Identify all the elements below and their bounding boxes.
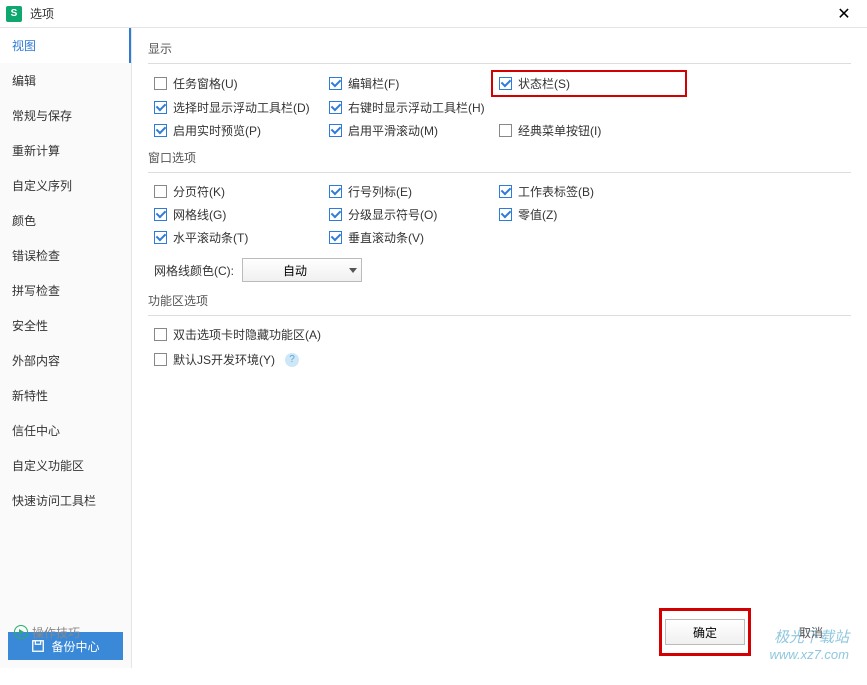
- sidebar-item-security[interactable]: 安全性: [0, 308, 131, 343]
- checkbox-icon: [499, 77, 512, 90]
- ok-highlight: 确定: [659, 608, 751, 656]
- checkbox-icon: [154, 328, 167, 341]
- sidebar-item-custom-list[interactable]: 自定义序列: [0, 168, 131, 203]
- checkbox-icon: [154, 124, 167, 137]
- sidebar-item-error-check[interactable]: 错误检查: [0, 238, 131, 273]
- checkbox-icon: [499, 185, 512, 198]
- checkbox-outline-symbols[interactable]: 分级显示符号(O): [329, 206, 499, 223]
- titlebar: S 选项 ✕: [0, 0, 867, 28]
- tips-label: 操作技巧: [32, 624, 80, 641]
- window-title: 选项: [30, 5, 829, 22]
- help-icon[interactable]: ?: [285, 353, 299, 367]
- checkbox-icon: [329, 77, 342, 90]
- sidebar-item-custom-ribbon[interactable]: 自定义功能区: [0, 448, 131, 483]
- tips-link[interactable]: 操作技巧: [14, 624, 80, 641]
- sidebar-item-new-features[interactable]: 新特性: [0, 378, 131, 413]
- close-button[interactable]: ✕: [829, 0, 859, 28]
- checkbox-v-scroll[interactable]: 垂直滚动条(V): [329, 229, 499, 246]
- checkbox-sheet-tabs[interactable]: 工作表标签(B): [499, 183, 669, 200]
- checkbox-gridlines[interactable]: 网格线(G): [154, 206, 329, 223]
- checkbox-icon: [329, 101, 342, 114]
- checkbox-default-js[interactable]: 默认JS开发环境(Y)?: [154, 351, 851, 368]
- checkbox-icon: [154, 77, 167, 90]
- checkbox-icon: [329, 208, 342, 221]
- cancel-button[interactable]: 取消: [771, 619, 851, 645]
- checkbox-icon: [329, 185, 342, 198]
- play-icon: [14, 625, 28, 639]
- display-section: 显示 任务窗格(U) 编辑栏(F) 状态栏(S) 选择时显示浮动工具栏(D) 右…: [148, 40, 851, 139]
- sidebar-item-quick-access[interactable]: 快速访问工具栏: [0, 483, 131, 518]
- sidebar-item-general[interactable]: 常规与保存: [0, 98, 131, 133]
- sidebar-item-trust-center[interactable]: 信任中心: [0, 413, 131, 448]
- sidebar: 视图 编辑 常规与保存 重新计算 自定义序列 颜色 错误检查 拼写检查 安全性 …: [0, 28, 132, 668]
- checkbox-float-select[interactable]: 选择时显示浮动工具栏(D): [154, 99, 329, 116]
- grid-color-value: 自动: [283, 262, 307, 279]
- dropdown-icon: [349, 268, 357, 273]
- checkbox-classic-menu[interactable]: 经典菜单按钮(I): [499, 122, 669, 139]
- checkbox-hide-ribbon-dblclick[interactable]: 双击选项卡时隐藏功能区(A): [154, 326, 851, 343]
- checkbox-icon: [329, 231, 342, 244]
- checkbox-edit-bar[interactable]: 编辑栏(F): [329, 74, 499, 93]
- checkbox-icon: [499, 124, 512, 137]
- app-icon: S: [6, 6, 22, 22]
- grid-color-label: 网格线颜色(C):: [154, 262, 234, 279]
- checkbox-status-bar[interactable]: 状态栏(S): [491, 70, 687, 97]
- content-pane: 显示 任务窗格(U) 编辑栏(F) 状态栏(S) 选择时显示浮动工具栏(D) 右…: [132, 28, 867, 668]
- sidebar-item-recalc[interactable]: 重新计算: [0, 133, 131, 168]
- sidebar-item-edit[interactable]: 编辑: [0, 63, 131, 98]
- checkbox-page-break[interactable]: 分页符(K): [154, 183, 329, 200]
- footer: 操作技巧 确定 取消: [148, 604, 851, 660]
- checkbox-h-scroll[interactable]: 水平滚动条(T): [154, 229, 329, 246]
- checkbox-icon: [154, 208, 167, 221]
- display-title: 显示: [148, 40, 851, 64]
- sidebar-item-view[interactable]: 视图: [0, 28, 131, 63]
- checkbox-float-right[interactable]: 右键时显示浮动工具栏(H): [329, 99, 499, 116]
- window-title: 窗口选项: [148, 149, 851, 173]
- checkbox-icon: [154, 353, 167, 366]
- ribbon-section: 功能区选项 双击选项卡时隐藏功能区(A) 默认JS开发环境(Y)?: [148, 292, 851, 368]
- checkbox-icon: [499, 208, 512, 221]
- checkbox-icon: [329, 124, 342, 137]
- checkbox-row-col-header[interactable]: 行号列标(E): [329, 183, 499, 200]
- window-section: 窗口选项 分页符(K) 行号列标(E) 工作表标签(B) 网格线(G) 分级显示…: [148, 149, 851, 282]
- ribbon-title: 功能区选项: [148, 292, 851, 316]
- checkbox-icon: [154, 231, 167, 244]
- ok-button[interactable]: 确定: [665, 619, 745, 645]
- checkbox-task-pane[interactable]: 任务窗格(U): [154, 74, 329, 93]
- grid-color-select[interactable]: 自动: [242, 258, 362, 282]
- checkbox-icon: [154, 101, 167, 114]
- checkbox-realtime-preview[interactable]: 启用实时预览(P): [154, 122, 329, 139]
- backup-icon: [31, 639, 45, 653]
- sidebar-item-spell-check[interactable]: 拼写检查: [0, 273, 131, 308]
- checkbox-icon: [154, 185, 167, 198]
- checkbox-zero-values[interactable]: 零值(Z): [499, 206, 669, 223]
- checkbox-smooth-scroll[interactable]: 启用平滑滚动(M): [329, 122, 499, 139]
- sidebar-item-external[interactable]: 外部内容: [0, 343, 131, 378]
- sidebar-item-color[interactable]: 颜色: [0, 203, 131, 238]
